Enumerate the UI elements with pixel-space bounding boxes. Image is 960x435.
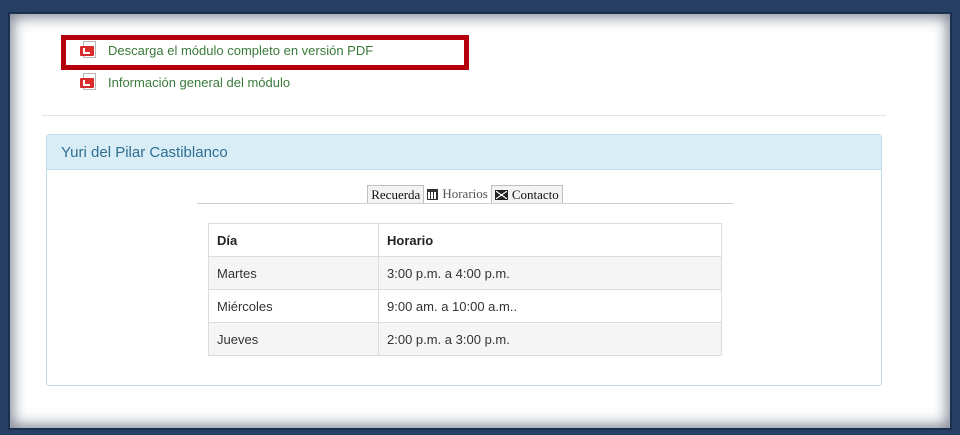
cell-hours: 2:00 p.m. a 3:00 p.m.: [378, 322, 722, 356]
general-info-link[interactable]: Información general del módulo: [80, 71, 290, 93]
cell-hours: 9:00 am. a 10:00 a.m..: [378, 289, 722, 323]
tab-recuerda[interactable]: Recuerda: [367, 185, 425, 203]
envelope-icon: [494, 189, 508, 200]
divider: [42, 115, 886, 116]
pdf-icon: [80, 73, 98, 91]
instructor-panel: Yuri del Pilar Castiblanco Recuerda Hora…: [46, 134, 882, 386]
annotation-highlight-box: [61, 35, 469, 70]
tab-contacto[interactable]: Contacto: [490, 185, 563, 203]
panel-title: Yuri del Pilar Castiblanco: [47, 135, 881, 170]
tab-horarios-label: Horarios: [442, 186, 488, 201]
column-header-horario: Horario: [378, 223, 722, 257]
schedule-table: Día Horario Martes 3:00 p.m. a 4:00 p.m.…: [208, 223, 722, 356]
column-header-dia: Día: [208, 223, 379, 257]
tab-horarios[interactable]: Horarios: [424, 185, 491, 203]
calendar-icon: [427, 188, 439, 200]
tab-bar: Recuerda Horarios Contacto: [197, 183, 733, 204]
cell-day: Martes: [208, 256, 379, 290]
tab-contacto-label: Contacto: [511, 186, 559, 202]
screenshot-frame: Descarga el módulo completo en versión P…: [0, 0, 960, 435]
cell-day: Miércoles: [208, 289, 379, 323]
tab-recuerda-label: Recuerda: [371, 186, 421, 202]
table-header-row: Día Horario: [208, 223, 722, 257]
table-row: Martes 3:00 p.m. a 4:00 p.m.: [208, 256, 722, 290]
cell-hours: 3:00 p.m. a 4:00 p.m.: [378, 256, 722, 290]
table-row: Jueves 2:00 p.m. a 3:00 p.m.: [208, 322, 722, 356]
table-row: Miércoles 9:00 am. a 10:00 a.m..: [208, 289, 722, 323]
page-content: Descarga el módulo completo en versión P…: [8, 12, 952, 430]
general-info-label: Información general del módulo: [108, 74, 291, 90]
cell-day: Jueves: [208, 322, 379, 356]
